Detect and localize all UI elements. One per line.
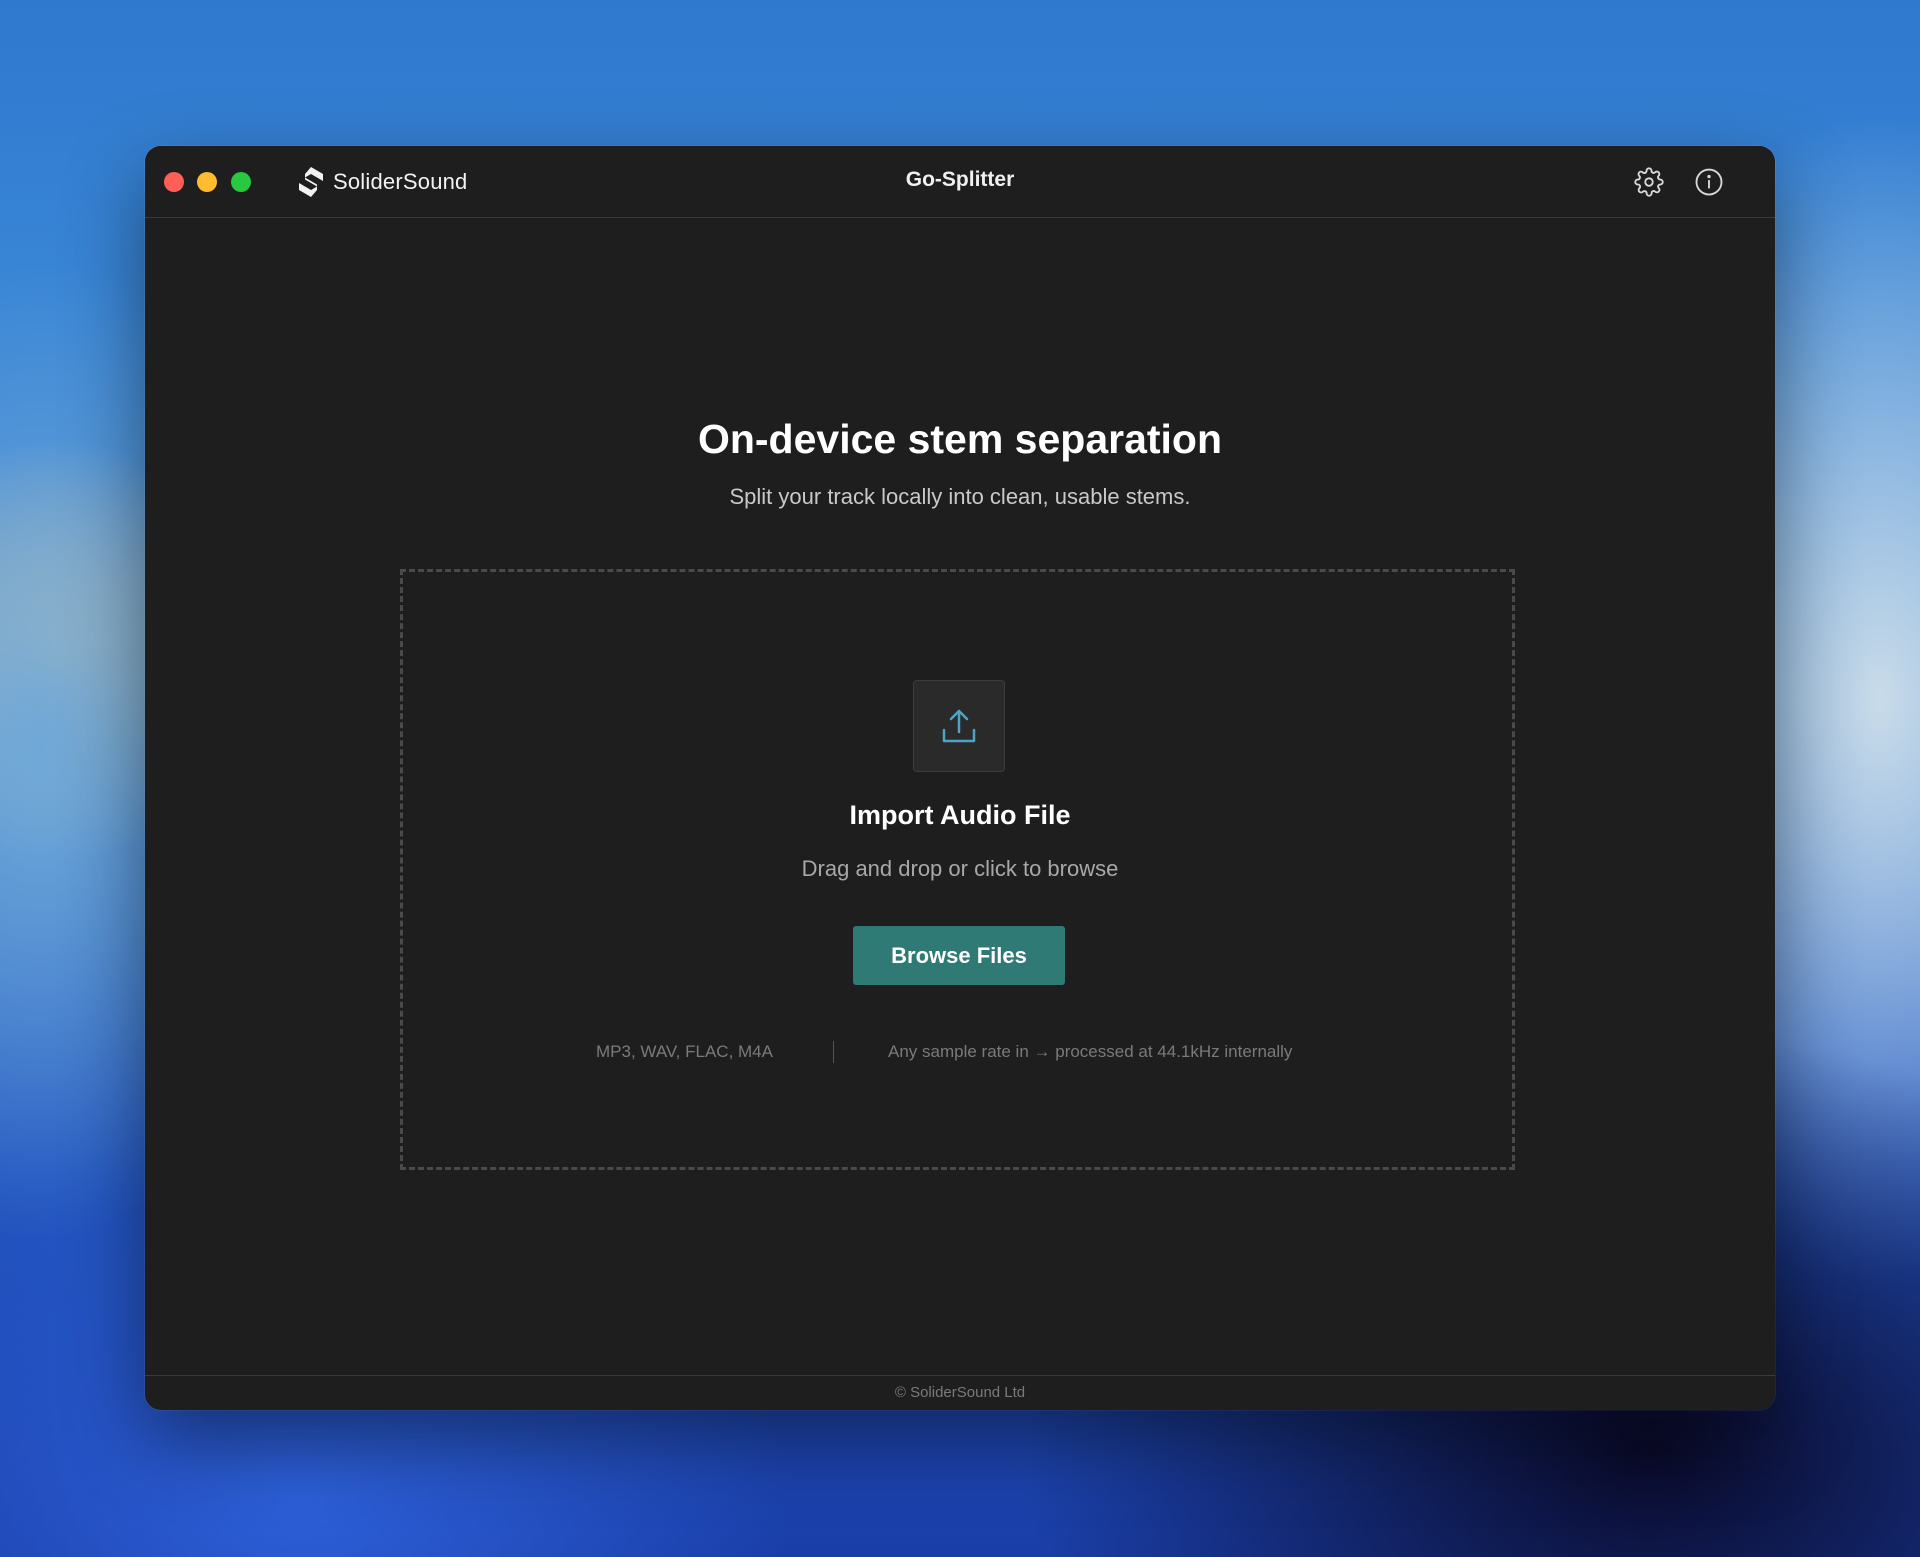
gear-icon[interactable]	[1634, 167, 1664, 197]
window-title: Go-Splitter	[905, 168, 1015, 191]
title-bar: SoliderSound Go-Splitter	[145, 146, 1775, 218]
sample-rate-note: Any sample rate in → processed at 44.1kH…	[888, 1042, 1293, 1061]
upload-icon-box[interactable]	[913, 680, 1005, 772]
meta-divider	[833, 1041, 834, 1063]
page-subtitle: Split your track locally into clean, usa…	[729, 484, 1191, 509]
app-window: SoliderSound Go-Splitter On-device stem …	[145, 146, 1775, 1410]
footer-copyright: © SoliderSound Ltd	[145, 1375, 1775, 1410]
import-title: Import Audio File	[849, 800, 1071, 830]
browse-files-button[interactable]: Browse Files	[853, 926, 1065, 985]
import-hint: Drag and drop or click to browse	[801, 856, 1119, 881]
page-title: On-device stem separation	[697, 416, 1223, 462]
info-icon[interactable]	[1694, 167, 1724, 197]
desktop-background: SoliderSound Go-Splitter On-device stem …	[0, 0, 1920, 1557]
supported-formats: MP3, WAV, FLAC, M4A	[596, 1042, 773, 1061]
upload-icon	[942, 709, 976, 743]
